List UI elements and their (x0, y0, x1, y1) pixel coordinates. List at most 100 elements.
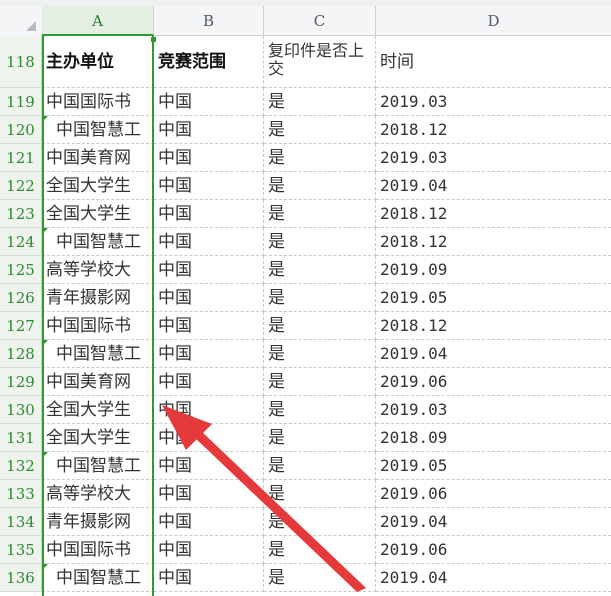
cell-organizer[interactable]: 中国国际书 (42, 312, 154, 340)
column-header-c[interactable]: C (264, 6, 376, 36)
cell-time[interactable]: 2019.04 (376, 508, 611, 536)
row-header[interactable]: 125 (0, 256, 42, 284)
cell-organizer[interactable]: 中国国际书 (42, 88, 154, 116)
cell-time[interactable]: 2019.04 (376, 340, 611, 368)
row-header[interactable]: 124 (0, 228, 42, 256)
header-cell-copy-submitted[interactable]: 复印件是否上交 (264, 36, 376, 88)
column-header-a[interactable]: A (42, 6, 154, 36)
row-header[interactable]: 129 (0, 368, 42, 396)
cell-time[interactable]: 2019.04 (376, 564, 611, 592)
cell-scope[interactable]: 中国 (154, 424, 264, 452)
cell-organizer[interactable]: 中国智慧工 (42, 340, 154, 368)
cell-time[interactable]: 2019.06 (376, 536, 611, 564)
cell-scope[interactable]: 中国 (154, 284, 264, 312)
cell-copy-submitted[interactable]: 是 (264, 284, 376, 312)
cell-copy-submitted[interactable]: 是 (264, 368, 376, 396)
cell-time[interactable]: 2018.12 (376, 228, 611, 256)
cell-copy-submitted[interactable]: 是 (264, 228, 376, 256)
cell-scope[interactable]: 中国 (154, 144, 264, 172)
cell-time[interactable]: 2019.06 (376, 368, 611, 396)
row-header[interactable]: 123 (0, 200, 42, 228)
cell-scope[interactable]: 中国 (154, 228, 264, 256)
row-header[interactable]: 135 (0, 536, 42, 564)
cell-organizer[interactable]: 全国大学生 (42, 172, 154, 200)
cell-copy-submitted[interactable]: 是 (264, 88, 376, 116)
cell-organizer[interactable]: 全国大学生 (42, 424, 154, 452)
cell-copy-submitted[interactable]: 是 (264, 564, 376, 592)
cell-scope[interactable]: 中国 (154, 508, 264, 536)
cell-scope[interactable]: 中国 (154, 116, 264, 144)
cell-scope[interactable]: 中国 (154, 396, 264, 424)
fill-handle[interactable] (151, 37, 156, 42)
row-header[interactable]: 126 (0, 284, 42, 312)
cell-copy-submitted[interactable]: 是 (264, 480, 376, 508)
cell-time[interactable]: 2019.03 (376, 396, 611, 424)
cell-scope[interactable]: 中国 (154, 536, 264, 564)
cell-organizer[interactable]: 中国智慧工 (42, 452, 154, 480)
row-header[interactable]: 130 (0, 396, 42, 424)
row-header[interactable]: 122 (0, 172, 42, 200)
cell-scope[interactable]: 中国 (154, 564, 264, 592)
cell-copy-submitted[interactable]: 是 (264, 508, 376, 536)
row-header[interactable]: 118 (0, 36, 42, 88)
cell-organizer[interactable]: 中国智慧工 (42, 228, 154, 256)
cell-copy-submitted[interactable]: 是 (264, 200, 376, 228)
cell-scope[interactable]: 中国 (154, 200, 264, 228)
row-header[interactable]: 127 (0, 312, 42, 340)
row-header[interactable]: 119 (0, 88, 42, 116)
cell-time[interactable]: 2018.12 (376, 312, 611, 340)
cell-scope[interactable]: 中国 (154, 256, 264, 284)
cell-scope[interactable]: 中国 (154, 452, 264, 480)
cell-copy-submitted[interactable]: 是 (264, 536, 376, 564)
cell-time[interactable]: 2019.05 (376, 284, 611, 312)
row-header[interactable]: 136 (0, 564, 42, 592)
row-header[interactable]: 133 (0, 480, 42, 508)
cell-copy-submitted[interactable]: 是 (264, 256, 376, 284)
cell-organizer[interactable]: 全国大学生 (42, 200, 154, 228)
cell-scope[interactable]: 中国 (154, 368, 264, 396)
row-header[interactable]: 120 (0, 116, 42, 144)
cell-copy-submitted[interactable]: 是 (264, 116, 376, 144)
cell-organizer[interactable]: 青年摄影网 (42, 508, 154, 536)
cell-organizer[interactable]: 青年摄影网 (42, 284, 154, 312)
cell-organizer[interactable]: 全国大学生 (42, 396, 154, 424)
cell-time[interactable]: 2018.12 (376, 200, 611, 228)
cell-scope[interactable]: 中国 (154, 88, 264, 116)
cell-copy-submitted[interactable]: 是 (264, 172, 376, 200)
cell-copy-submitted[interactable]: 是 (264, 312, 376, 340)
cell-time[interactable]: 2019.04 (376, 172, 611, 200)
row-header[interactable]: 121 (0, 144, 42, 172)
cell-copy-submitted[interactable]: 是 (264, 396, 376, 424)
cell-organizer[interactable]: 中国智慧工 (42, 564, 154, 592)
cell-copy-submitted[interactable]: 是 (264, 452, 376, 480)
cell-organizer[interactable]: 高等学校大 (42, 480, 154, 508)
column-header-b[interactable]: B (154, 6, 264, 36)
row-header[interactable]: 132 (0, 452, 42, 480)
cell-time[interactable]: 2019.05 (376, 452, 611, 480)
cell-time[interactable]: 2018.12 (376, 116, 611, 144)
cell-time[interactable]: 2019.03 (376, 144, 611, 172)
cell-organizer[interactable]: 中国国际书 (42, 536, 154, 564)
cell-copy-submitted[interactable]: 是 (264, 144, 376, 172)
cell-scope[interactable]: 中国 (154, 312, 264, 340)
cell-scope[interactable]: 中国 (154, 340, 264, 368)
cell-organizer[interactable]: 中国智慧工 (42, 116, 154, 144)
cell-time[interactable]: 2019.03 (376, 88, 611, 116)
cell-time[interactable]: 2019.06 (376, 480, 611, 508)
row-header[interactable]: 134 (0, 508, 42, 536)
header-cell-organizer[interactable]: 主办单位 (42, 36, 154, 88)
row-header[interactable]: 131 (0, 424, 42, 452)
header-cell-scope[interactable]: 竞赛范围 (154, 36, 264, 88)
column-header-d[interactable]: D (376, 6, 611, 36)
cell-time[interactable]: 2019.09 (376, 256, 611, 284)
select-all-corner[interactable] (0, 6, 43, 37)
row-header[interactable]: 128 (0, 340, 42, 368)
cell-organizer[interactable]: 中国美育网 (42, 368, 154, 396)
cell-scope[interactable]: 中国 (154, 172, 264, 200)
cell-organizer[interactable]: 中国美育网 (42, 144, 154, 172)
cell-copy-submitted[interactable]: 是 (264, 340, 376, 368)
cell-time[interactable]: 2018.09 (376, 424, 611, 452)
cell-scope[interactable]: 中国 (154, 480, 264, 508)
cell-organizer[interactable]: 高等学校大 (42, 256, 154, 284)
header-cell-time[interactable]: 时间 (376, 36, 611, 88)
